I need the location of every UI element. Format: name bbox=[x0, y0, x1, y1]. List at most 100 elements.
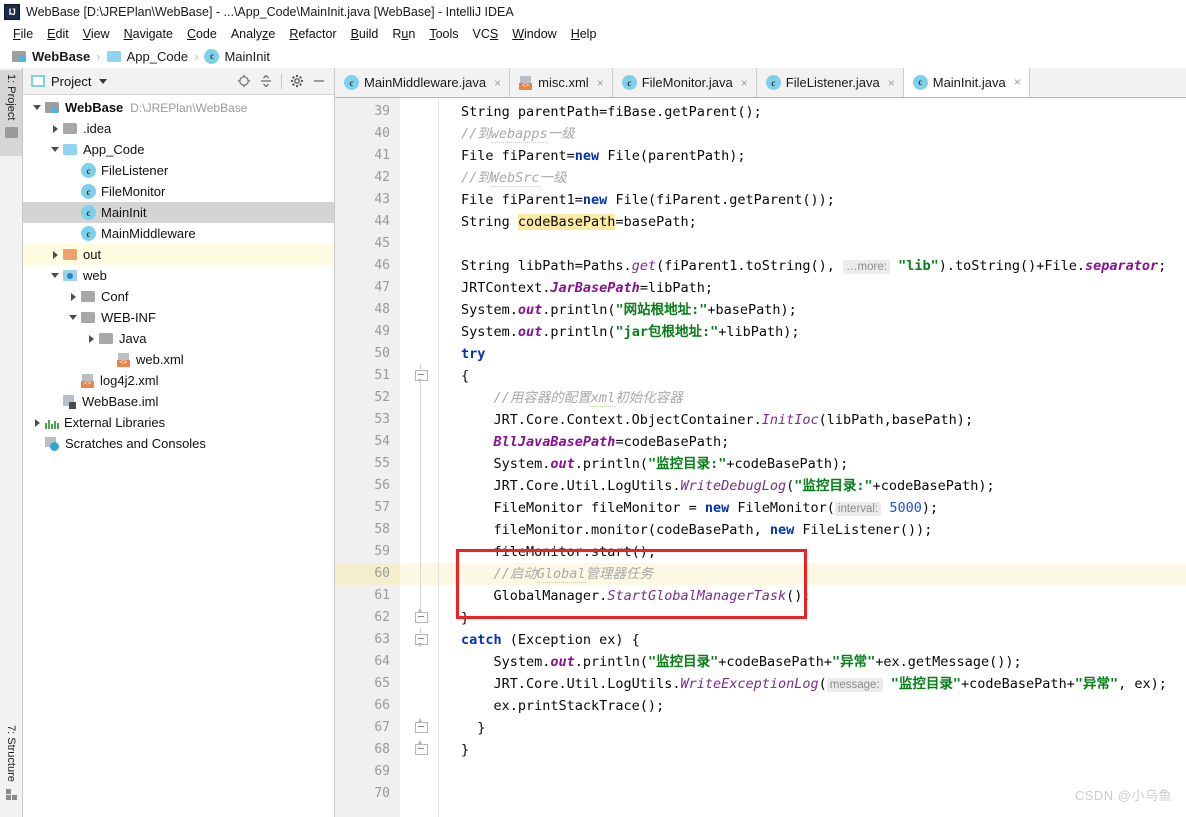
tree-item-log4j2-xml[interactable]: log4j2.xml bbox=[23, 370, 334, 391]
tree-item-filemonitor[interactable]: c FileMonitor bbox=[23, 181, 334, 202]
editor-tab-bar[interactable]: c MainMiddleware.java × misc.xml × c FileMonit… bbox=[335, 68, 1186, 98]
editor-tab-maininit-java[interactable]: c MainInit.java × bbox=[903, 68, 1030, 97]
fold-gutter-line bbox=[400, 739, 438, 761]
chevron-right-icon[interactable] bbox=[29, 418, 45, 427]
chevron-right-icon[interactable] bbox=[47, 124, 63, 133]
breadcrumb-item-webbase[interactable]: WebBase bbox=[8, 49, 94, 64]
line-number: 49 bbox=[374, 324, 390, 339]
menu-analyze[interactable]: Analyze bbox=[224, 24, 282, 44]
chevron-down-icon[interactable] bbox=[47, 273, 63, 278]
fold-gutter-line bbox=[400, 563, 438, 585]
tree-item-mainmiddleware[interactable]: c MainMiddleware bbox=[23, 223, 334, 244]
line-number: 68 bbox=[374, 742, 390, 757]
toolbar-divider bbox=[281, 73, 282, 89]
close-icon[interactable]: × bbox=[1014, 75, 1021, 89]
close-icon[interactable]: × bbox=[888, 76, 895, 90]
line-number: 63 bbox=[374, 632, 390, 647]
java-class-icon: c bbox=[81, 205, 96, 220]
menu-build[interactable]: Build bbox=[344, 24, 386, 44]
menu-refactor[interactable]: Refactor bbox=[282, 24, 343, 44]
tree-item-filelistener[interactable]: c FileListener bbox=[23, 160, 334, 181]
tree-item-idea[interactable]: .idea bbox=[23, 118, 334, 139]
editor-tab-filelistener-java[interactable]: c FileListener.java × bbox=[756, 68, 904, 97]
tree-item-maininit[interactable]: c MainInit bbox=[23, 202, 334, 223]
fold-gutter-line bbox=[400, 475, 438, 497]
chevron-down-icon[interactable] bbox=[65, 315, 81, 320]
tree-item-scratches-and-consoles[interactable]: Scratches and Consoles bbox=[23, 433, 334, 454]
intellij-idea-window: IJ WebBase [D:\JREPlan\WebBase] - ...\Ap… bbox=[0, 0, 1186, 817]
code-folding-gutter[interactable] bbox=[400, 98, 439, 817]
chevron-right-icon[interactable] bbox=[47, 250, 63, 259]
menu-tools[interactable]: Tools bbox=[422, 24, 465, 44]
tree-item-web-xml[interactable]: web.xml bbox=[23, 349, 334, 370]
menu-edit[interactable]: Edit bbox=[40, 24, 76, 44]
editor-tab-label: MainMiddleware.java bbox=[364, 75, 487, 90]
tree-item-app-code[interactable]: App_Code bbox=[23, 139, 334, 160]
tree-item-label: App_Code bbox=[83, 142, 145, 157]
close-icon[interactable]: × bbox=[494, 76, 501, 90]
fold-gutter-line bbox=[400, 299, 438, 321]
tree-item-webbase-iml[interactable]: WebBase.iml bbox=[23, 391, 334, 412]
xml-file-icon bbox=[81, 373, 95, 388]
close-icon[interactable]: × bbox=[597, 76, 604, 90]
code-text-area[interactable]: String parentPath=fiBase.getParent(); //… bbox=[439, 98, 1186, 817]
fold-marker-icon[interactable] bbox=[415, 608, 428, 623]
code-line-49: System.out.println("jar包根地址:"+libPath); bbox=[461, 324, 800, 340]
iml-file-icon bbox=[63, 394, 77, 409]
menu-run[interactable]: Run bbox=[385, 24, 422, 44]
menu-code[interactable]: Code bbox=[180, 24, 224, 44]
tree-item-web-inf[interactable]: WEB-INF bbox=[23, 307, 334, 328]
tree-item-webbase[interactable]: WebBase D:\JREPlan\WebBase bbox=[23, 97, 334, 118]
tree-item-out[interactable]: out bbox=[23, 244, 334, 265]
locate-icon[interactable] bbox=[233, 71, 255, 91]
tree-item-external-libraries[interactable]: External Libraries bbox=[23, 412, 334, 433]
menu-help[interactable]: Help bbox=[564, 24, 604, 44]
breadcrumb-item-maininit[interactable]: c MainInit bbox=[200, 48, 274, 64]
breadcrumb-label: App_Code bbox=[126, 48, 189, 64]
tree-item-label: web bbox=[83, 268, 107, 283]
minimize-icon[interactable] bbox=[308, 71, 330, 91]
chevron-right-icon[interactable] bbox=[65, 292, 81, 301]
chevron-right-icon[interactable] bbox=[83, 334, 99, 343]
tool-window-tab-structure[interactable]: 7: Structure bbox=[0, 721, 22, 815]
menu-view[interactable]: View bbox=[76, 24, 117, 44]
intellij-logo-icon: IJ bbox=[4, 4, 20, 20]
project-folder-icon bbox=[4, 127, 18, 139]
tree-item-web[interactable]: web bbox=[23, 265, 334, 286]
breadcrumb-item-app-code[interactable]: App_Code bbox=[103, 49, 192, 64]
code-editor[interactable]: 39 40 41 42 43 44 45 46 47 48 49 50 51 52 53 54 55 56 57 58… bbox=[335, 98, 1186, 817]
tree-item-label: .idea bbox=[83, 121, 112, 136]
menu-window[interactable]: Window bbox=[505, 24, 563, 44]
line-number: 45 bbox=[374, 236, 390, 251]
fold-marker-icon[interactable] bbox=[415, 740, 428, 755]
menu-vcs[interactable]: VCS bbox=[466, 24, 506, 44]
code-line-39: String parentPath=fiBase.getParent(); bbox=[461, 104, 762, 120]
collapse-all-icon[interactable] bbox=[255, 71, 277, 91]
tool-window-tab-project[interactable]: 1: Project bbox=[0, 70, 22, 156]
close-icon[interactable]: × bbox=[741, 76, 748, 90]
fold-gutter-line bbox=[400, 233, 438, 255]
editor-tab-mainmiddleware-java[interactable]: c MainMiddleware.java × bbox=[335, 68, 511, 97]
editor-tab-misc-xml[interactable]: misc.xml × bbox=[510, 68, 613, 97]
tree-item-java[interactable]: Java bbox=[23, 328, 334, 349]
project-panel-actions bbox=[233, 71, 330, 91]
line-number: 40 bbox=[374, 126, 390, 141]
code-line-66: ex.printStackTrace(); bbox=[461, 698, 665, 714]
line-number: 46 bbox=[374, 258, 390, 273]
line-number: 56 bbox=[374, 478, 390, 493]
chevron-down-icon[interactable] bbox=[99, 78, 108, 84]
chevron-down-icon[interactable] bbox=[47, 147, 63, 152]
chevron-down-icon[interactable] bbox=[29, 105, 45, 110]
tree-item-label: Java bbox=[119, 331, 147, 346]
project-tree[interactable]: WebBase D:\JREPlan\WebBase .idea App_Code c F… bbox=[23, 95, 334, 817]
project-panel-title-box[interactable]: Project bbox=[31, 74, 108, 89]
fold-marker-icon[interactable] bbox=[415, 718, 428, 733]
line-number: 52 bbox=[374, 390, 390, 405]
fold-marker-icon[interactable] bbox=[415, 628, 428, 647]
tree-item-conf[interactable]: Conf bbox=[23, 286, 334, 307]
menu-navigate[interactable]: Navigate bbox=[117, 24, 180, 44]
settings-gear-icon[interactable] bbox=[286, 71, 308, 91]
menu-file[interactable]: File bbox=[6, 24, 40, 44]
editor-tab-filemonitor-java[interactable]: c FileMonitor.java × bbox=[612, 68, 757, 97]
breadcrumb-separator: › bbox=[96, 48, 101, 64]
